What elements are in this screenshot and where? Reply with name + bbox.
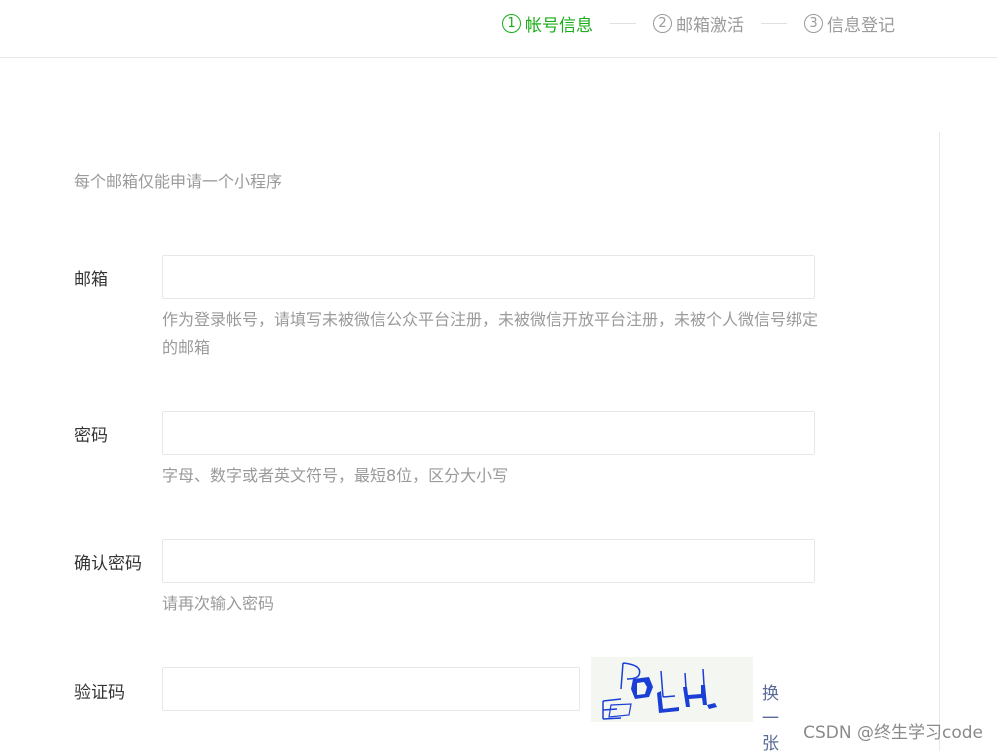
step-label-1: 帐号信息 — [525, 15, 593, 36]
step-indicator: 1 帐号信息 2 邮箱激活 3 信息登记 — [502, 10, 895, 36]
password-label: 密码 — [74, 426, 108, 446]
step-info-registration: 3 信息登记 — [804, 11, 895, 36]
step-connector — [610, 22, 636, 24]
captcha-label: 验证码 — [74, 683, 125, 703]
step-number-2: 2 — [653, 13, 672, 33]
page: 1 帐号信息 2 邮箱激活 3 信息登记 每个邮箱仅能申请一个小程序 邮箱 作为… — [0, 0, 997, 751]
step-connector — [761, 22, 787, 24]
confirm-password-input[interactable] — [162, 539, 815, 583]
email-hint: 作为登录帐号，请填写未被微信公众平台注册，未被微信开放平台注册，未被个人微信号绑… — [162, 310, 819, 357]
captcha-glyphs — [602, 662, 717, 720]
step-number-1: 1 — [502, 13, 521, 33]
step-label-2: 邮箱激活 — [676, 15, 744, 36]
step-label-3: 信息登记 — [827, 15, 895, 36]
email-input[interactable] — [162, 255, 815, 299]
right-divider — [939, 132, 940, 751]
watermark: CSDN @终生学习code — [803, 723, 983, 743]
intro-text: 每个邮箱仅能申请一个小程序 — [74, 172, 283, 191]
password-input[interactable] — [162, 411, 815, 455]
captcha-image[interactable] — [591, 657, 753, 722]
password-hint: 字母、数字或者英文符号，最短8位，区分大小写 — [162, 466, 509, 485]
step-email-activation: 2 邮箱激活 — [653, 11, 744, 36]
captcha-input[interactable] — [162, 667, 580, 711]
confirm-password-label: 确认密码 — [74, 554, 142, 574]
refresh-captcha-link[interactable]: 换一张 — [762, 679, 779, 751]
step-account-info: 1 帐号信息 — [502, 11, 593, 36]
confirm-password-hint: 请再次输入密码 — [162, 594, 275, 613]
step-number-3: 3 — [804, 13, 823, 33]
header: 1 帐号信息 2 邮箱激活 3 信息登记 — [0, 0, 997, 58]
email-label: 邮箱 — [74, 270, 108, 290]
